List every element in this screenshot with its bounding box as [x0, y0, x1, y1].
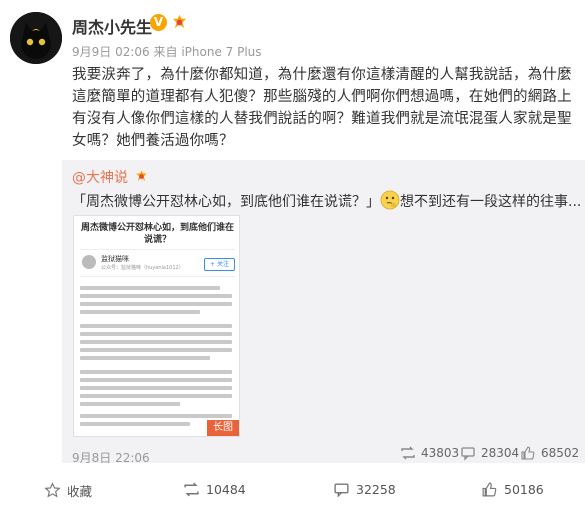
text-line: [80, 294, 232, 298]
thinking-emoji-icon: [380, 190, 400, 210]
member-level-icon: [136, 170, 148, 181]
repost-comments-count: 28304: [481, 446, 520, 460]
long-image-account-name: 监狱猫咪: [101, 255, 129, 263]
text-line: [80, 356, 210, 360]
repost-author-row: @大神说: [72, 167, 149, 187]
repost-count: 10484: [206, 482, 246, 497]
repost-button[interactable]: 10484: [183, 481, 246, 498]
repost-icon: [184, 482, 199, 497]
repost-likes-stat[interactable]: 68502: [520, 445, 579, 461]
post-meta: 9月9日 02:06 来自 iPhone 7 Plus: [72, 43, 262, 60]
long-image-account-sub: 公众号：监狱猫咪（huyanla1012）: [101, 265, 184, 271]
favorite-button[interactable]: 收藏: [44, 481, 92, 500]
star-icon: [44, 482, 61, 498]
text-line: [80, 310, 200, 314]
text-line: [80, 414, 232, 418]
repost-icon: [401, 446, 415, 460]
text-line: [80, 324, 232, 328]
repost-text-tail: 想不到还有一段这样的往事...: [400, 194, 582, 210]
text-line: [80, 386, 232, 390]
repost-likes-count: 68502: [541, 446, 580, 460]
post-header: 周杰小先生 V 9月9日 02:06 来自 iPhone 7 Plus: [0, 0, 585, 64]
repost-comments-stat[interactable]: 28304: [460, 445, 519, 461]
comment-button[interactable]: 32258: [333, 481, 396, 498]
post-time[interactable]: 9月9日 02:06: [72, 45, 150, 59]
thumbs-up-icon: [521, 446, 535, 460]
text-line: [80, 422, 190, 426]
like-count: 50186: [504, 482, 544, 497]
text-line: [80, 332, 232, 336]
divider: [80, 276, 235, 277]
action-bar: 收藏 10484 32258 50186: [0, 476, 585, 505]
avatar[interactable]: [10, 12, 62, 64]
long-image-tag: 长图: [207, 420, 239, 436]
repost-date[interactable]: 9月8日 22:06: [72, 449, 150, 466]
repost-text-quote: 「周杰微博公开怼林心如，到底他们谁在说谎？」: [72, 194, 380, 210]
long-image-title: 周杰微博公开怼林心如，到底他们谁在说谎？: [80, 223, 234, 245]
text-line: [80, 340, 232, 344]
long-image-thumbnail[interactable]: 周杰微博公开怼林心如，到底他们谁在说谎？ 监狱猫咪 公众号：监狱猫咪（huyan…: [73, 215, 240, 437]
username[interactable]: 周杰小先生: [72, 14, 152, 38]
long-image-follow-button: + 关注: [204, 258, 235, 271]
thumbs-up-icon: [482, 482, 497, 497]
post-text: 我要涙奔了，為什麼你都知道，為什麼還有你這樣清醒的人幫我說話，為什麼這麼簡單的道…: [72, 67, 572, 149]
text-line: [80, 370, 232, 374]
text-line: [80, 378, 232, 382]
text-line: [80, 348, 232, 352]
text-line: [80, 402, 180, 406]
cat-avatar-icon: [10, 12, 62, 64]
repost-reposts-count: 43803: [421, 446, 460, 460]
repost-reposts-stat[interactable]: 43803: [400, 445, 459, 461]
long-image-avatar: [82, 255, 96, 269]
divider: [80, 249, 235, 250]
member-level-icon[interactable]: [170, 13, 189, 32]
repost-author[interactable]: @大神说: [72, 170, 128, 186]
text-line: [80, 394, 232, 398]
verified-badge-icon: V: [150, 14, 167, 31]
comment-count: 32258: [356, 482, 396, 497]
comment-icon: [461, 447, 475, 461]
text-line: [80, 302, 232, 306]
like-button[interactable]: 50186: [481, 481, 544, 498]
favorite-label: 收藏: [67, 484, 93, 499]
text-line: [80, 286, 220, 290]
post-source: 来自 iPhone 7 Plus: [153, 45, 262, 59]
repost-text: 「周杰微博公开怼林心如，到底他们谁在说谎？」 想不到还有一段这样的往事...: [72, 190, 581, 211]
comment-icon: [334, 483, 349, 498]
repost-card[interactable]: @大神说 「周杰微博公开怼林心如，到底他们谁在说谎？」 想不到还有一段这样的往事…: [62, 160, 585, 466]
